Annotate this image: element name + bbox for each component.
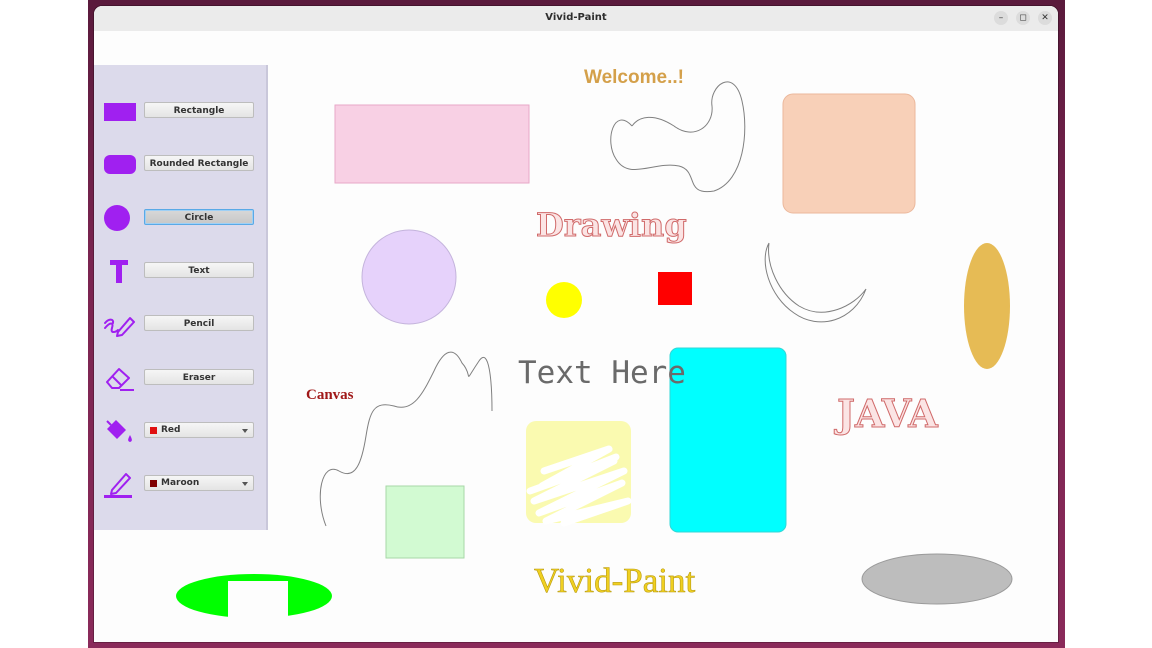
- circle-button[interactable]: Circle: [144, 209, 254, 225]
- canvas-text: Canvas: [306, 387, 354, 403]
- vivid-paint-text: Vivid-Paint: [534, 561, 696, 600]
- eraser-button[interactable]: Eraser: [144, 369, 254, 385]
- mint-square: [385, 485, 465, 559]
- chevron-down-icon: [242, 429, 248, 433]
- pen-color-icon[interactable]: [102, 470, 136, 498]
- cyan-rounded-rectangle: [669, 347, 787, 533]
- stroke-color-label: Maroon: [161, 478, 200, 488]
- rectangle-icon[interactable]: [102, 97, 136, 125]
- tool-row-stroke-color: Maroon: [94, 468, 266, 498]
- pink-rectangle: [334, 104, 530, 184]
- mustard-ellipse: [964, 243, 1010, 369]
- rectangle-button[interactable]: Rectangle: [144, 102, 254, 118]
- gray-ellipse: [861, 553, 1013, 605]
- peach-rounded-rectangle: [782, 93, 916, 214]
- text-button[interactable]: Text: [144, 262, 254, 278]
- paint-bucket-icon[interactable]: [102, 417, 136, 445]
- text-here-text: Text Here: [518, 355, 686, 391]
- circle-icon[interactable]: [102, 204, 136, 232]
- text-tool-icon[interactable]: [102, 257, 136, 285]
- maximize-button[interactable]: ◻: [1016, 11, 1030, 25]
- rounded-rectangle-button[interactable]: Rounded Rectangle: [144, 155, 254, 171]
- tool-panel: Rectangle Rounded Rectangle Circle Text …: [94, 65, 268, 530]
- tool-row-rectangle: Rectangle: [94, 95, 266, 125]
- pencil-button[interactable]: Pencil: [144, 315, 254, 331]
- drawing-text: Drawing: [536, 206, 687, 244]
- stroke-color-swatch: [150, 480, 157, 487]
- lavender-circle: [361, 229, 457, 325]
- tool-row-circle: Circle: [94, 202, 266, 232]
- yellow-circle: [546, 282, 582, 318]
- eraser-icon[interactable]: [102, 364, 136, 392]
- fill-color-label: Red: [161, 425, 181, 435]
- red-square: [658, 272, 692, 305]
- title-bar[interactable]: Vivid-Paint – ◻ ✕: [94, 6, 1058, 32]
- stroke-color-select[interactable]: Maroon: [144, 475, 254, 491]
- minimize-button[interactable]: –: [994, 11, 1008, 25]
- fill-color-swatch: [150, 427, 157, 434]
- window-title: Vivid-Paint: [545, 12, 607, 23]
- tool-row-rounded-rectangle: Rounded Rectangle: [94, 148, 266, 178]
- fill-color-select[interactable]: Red: [144, 422, 254, 438]
- tool-row-text: Text: [94, 255, 266, 285]
- welcome-text: Welcome..!: [584, 67, 684, 88]
- app-window: Vivid-Paint – ◻ ✕ Welcome..! Drawing Tex…: [94, 6, 1058, 642]
- close-button[interactable]: ✕: [1038, 11, 1052, 25]
- tool-row-pencil: Pencil: [94, 308, 266, 338]
- erased-patch: [228, 581, 288, 626]
- pencil-icon[interactable]: [102, 310, 136, 338]
- tool-row-fill-color: Red: [94, 415, 266, 445]
- tool-row-eraser: Eraser: [94, 362, 266, 392]
- java-text: JAVA: [834, 391, 938, 436]
- pale-yellow-erased-rectangle: [526, 421, 632, 527]
- rounded-rectangle-icon[interactable]: [102, 150, 136, 178]
- chevron-down-icon: [242, 482, 248, 486]
